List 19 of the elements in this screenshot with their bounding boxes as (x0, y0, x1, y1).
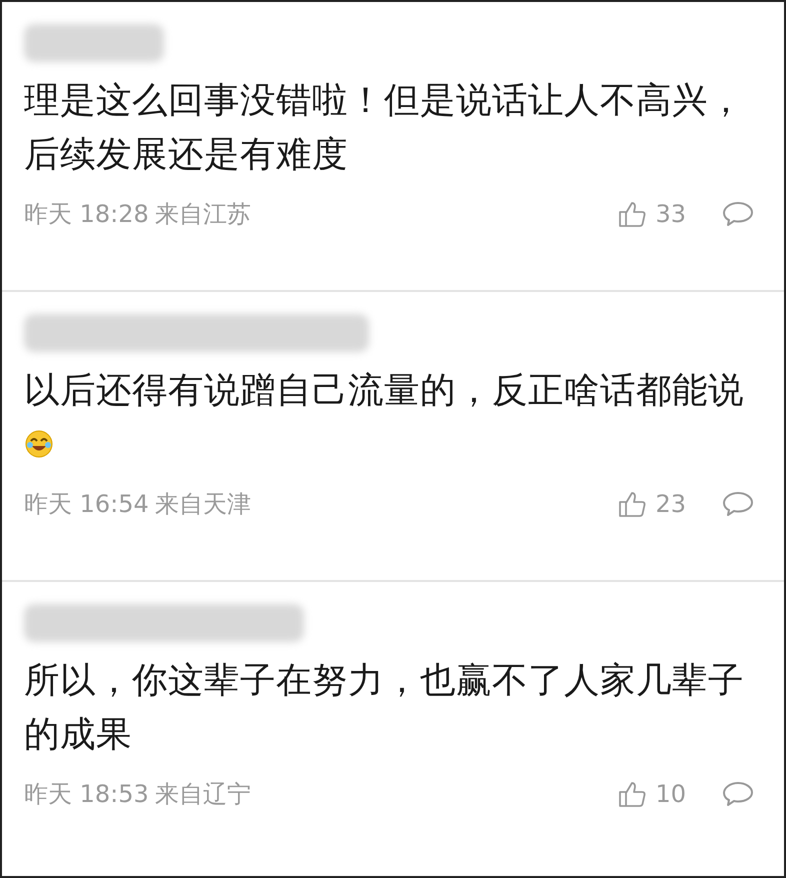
comment-text: 理是这么回事没错啦！但是说话让人不高兴，后续发展还是有难度 (24, 79, 745, 177)
comment-location: 来自天津 (154, 489, 251, 520)
laughing-emoji-icon (24, 429, 54, 459)
comment-time: 昨天 18:28 (24, 199, 149, 230)
comment-location: 来自辽宁 (154, 779, 251, 810)
comment-button[interactable] (722, 490, 754, 518)
comment-time: 昨天 16:54 (24, 489, 149, 520)
like-button[interactable]: 10 (617, 779, 686, 809)
like-button[interactable]: 33 (617, 199, 686, 229)
comment-location: 来自江苏 (154, 199, 251, 230)
comment-text: 所以，你这辈子在努力，也赢不了人家几辈子的成果 (24, 659, 745, 757)
comment-button[interactable] (722, 200, 754, 228)
comment-button[interactable] (722, 780, 754, 808)
comment-time: 昨天 18:53 (24, 779, 149, 810)
thumbs-up-icon (617, 199, 648, 229)
thumbs-up-icon (617, 489, 648, 519)
thumbs-up-icon (617, 779, 648, 809)
comment-text: 以后还得有说蹭自己流量的，反正啥话都能说 (24, 364, 762, 472)
like-button[interactable]: 23 (617, 489, 686, 519)
